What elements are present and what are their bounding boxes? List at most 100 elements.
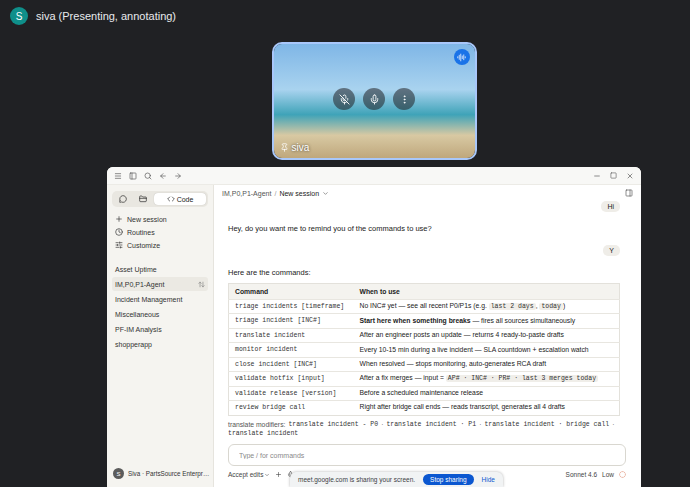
effort-select[interactable]: Low — [602, 471, 614, 478]
mic-icon — [369, 94, 380, 105]
stage: siva Code New sessionRoutinesCustomize Asse… — [0, 32, 690, 487]
pin-icon — [280, 143, 289, 152]
command: triage incident [INC#] — [235, 317, 321, 324]
command: translate incident — [235, 332, 305, 339]
project-label: IM,P0,P1-Agent — [115, 281, 164, 288]
project-label: Miscellaneous — [115, 311, 159, 318]
mode-tab[interactable] — [114, 193, 132, 205]
when-cell: No INC# yet — see all recent P0/P1s (e.g… — [354, 300, 620, 314]
close-icon[interactable] — [626, 172, 634, 180]
mic-off-icon — [339, 94, 350, 105]
modifiers: translate modifiers:translate incident -… — [228, 421, 620, 437]
user-label: Siva · PartsSource Enterpr… — [128, 470, 209, 477]
commands-table: CommandWhen to usetriage incidents [time… — [228, 283, 620, 416]
breadcrumb[interactable]: IM,P0,P1-Agent/New session — [222, 190, 329, 197]
modifiers-label: translate modifiers: — [228, 421, 285, 428]
modifier: translate incident — [228, 430, 298, 437]
mode-icon — [139, 195, 147, 203]
command-cell: triage incidents [timeframe] — [229, 300, 354, 314]
panel-right-icon[interactable] — [625, 189, 633, 197]
user-footer[interactable]: SSiva · PartsSource Enterpr… — [112, 466, 208, 481]
tile-name: siva — [280, 142, 310, 153]
back-icon[interactable] — [159, 172, 167, 180]
audio-lines-icon — [457, 53, 466, 62]
mode-label: Accept edits — [228, 471, 263, 478]
command-cell: validate release [version] — [229, 386, 354, 400]
nav-item[interactable]: New session — [112, 213, 208, 225]
when-cell: Start here when something breaks — fires… — [354, 314, 620, 328]
when-cell: After a fix merges — input = AP# · INC# … — [354, 372, 620, 386]
nav-item[interactable]: Routines — [112, 226, 208, 238]
mode-tab[interactable]: Code — [154, 193, 206, 205]
window-controls — [593, 172, 634, 180]
more-button[interactable] — [393, 88, 415, 110]
project-label: Asset Uptime — [115, 266, 157, 273]
table-header: CommandWhen to use — [229, 284, 620, 300]
command-cell: validate hotfix [input] — [229, 372, 354, 386]
mode-tabs: Code — [112, 191, 208, 207]
maximize-icon[interactable] — [610, 172, 617, 179]
command-cell: close incident [INC#] — [229, 357, 354, 371]
text: Right after bridge call ends — reads tra… — [360, 403, 566, 410]
project-item[interactable]: shopperapp — [112, 337, 208, 351]
app-body: Code New sessionRoutinesCustomize Asset Up… — [107, 185, 641, 487]
table-row: close incident [INC#] When resolved — sto… — [229, 357, 620, 371]
text: ) — [563, 302, 565, 309]
forward-icon[interactable] — [174, 172, 182, 180]
sidebar-toggle-icon[interactable] — [129, 172, 137, 180]
text: No INC# yet — see all recent P0/P1s (e.g… — [360, 302, 489, 309]
model-select[interactable]: Sonnet 4.6 — [566, 471, 597, 478]
search-icon[interactable] — [144, 172, 152, 180]
chevron-down-icon — [322, 190, 329, 197]
nav-icon — [115, 215, 123, 223]
mute-button[interactable] — [333, 88, 355, 110]
title-bar-left — [114, 172, 182, 180]
command-cell: monitor incident — [229, 343, 354, 357]
mic-button[interactable] — [363, 88, 385, 110]
stop-sharing-button[interactable]: Stop sharing — [423, 474, 474, 485]
mode-select[interactable]: Accept edits — [228, 471, 270, 478]
nav-list: New sessionRoutinesCustomize — [112, 213, 208, 251]
command: triage incidents [timeframe] — [235, 303, 344, 310]
project-item[interactable]: PF-IM Analysis — [112, 322, 208, 336]
app-window: Code New sessionRoutinesCustomize Asset Up… — [107, 167, 641, 487]
project-item[interactable]: Asset Uptime — [112, 262, 208, 276]
message-input[interactable] — [237, 451, 617, 460]
plus-icon[interactable] — [275, 471, 282, 478]
command: monitor incident — [235, 346, 297, 353]
command: validate release [version] — [235, 390, 336, 397]
more-icon — [399, 94, 410, 105]
table-row: triage incident [INC#] Start here when so… — [229, 314, 620, 328]
menu-icon[interactable] — [114, 172, 122, 180]
nav-item[interactable]: Customize — [112, 239, 208, 251]
text: After an engineer posts an update — retu… — [360, 331, 564, 338]
command: close incident [INC#] — [235, 361, 317, 368]
table-row: triage incidents [timeframe] No INC# yet … — [229, 300, 620, 314]
project-item[interactable]: Miscellaneous — [112, 307, 208, 321]
title-bar — [107, 167, 641, 185]
hide-link[interactable]: Hide — [482, 476, 495, 483]
bold-text: Start here when something breaks — [360, 317, 471, 324]
nav-icon — [115, 241, 123, 249]
mode-icon — [119, 195, 127, 203]
project-label: shopperapp — [115, 341, 152, 348]
column-header: When to use — [354, 284, 620, 300]
chevron-down-icon — [264, 472, 270, 478]
mode-tab[interactable] — [134, 193, 152, 205]
text: — fires all sources simultaneously — [471, 317, 576, 324]
table-row: validate release [version]Before a sched… — [229, 386, 620, 400]
table-row: translate incident After an engineer post… — [229, 328, 620, 342]
nav-icon — [115, 228, 123, 236]
code-icon — [167, 195, 175, 203]
project-label: PF-IM Analysis — [115, 326, 162, 333]
sidebar: Code New sessionRoutinesCustomize Asset Up… — [107, 185, 214, 487]
share-text: meet.google.com is sharing your screen. — [298, 476, 415, 483]
project-item[interactable]: IM,P0,P1-Agent — [112, 277, 208, 291]
command-cell: triage incident [INC#] — [229, 314, 354, 328]
text: When resolved — stops monitoring, auto-g… — [360, 360, 547, 367]
video-tile[interactable]: siva — [272, 42, 477, 160]
minimize-icon[interactable] — [593, 172, 601, 180]
assistant-message: Here are the commands: — [228, 268, 620, 277]
project-item[interactable]: Incident Management — [112, 292, 208, 306]
modifier-separator: · — [612, 421, 614, 428]
